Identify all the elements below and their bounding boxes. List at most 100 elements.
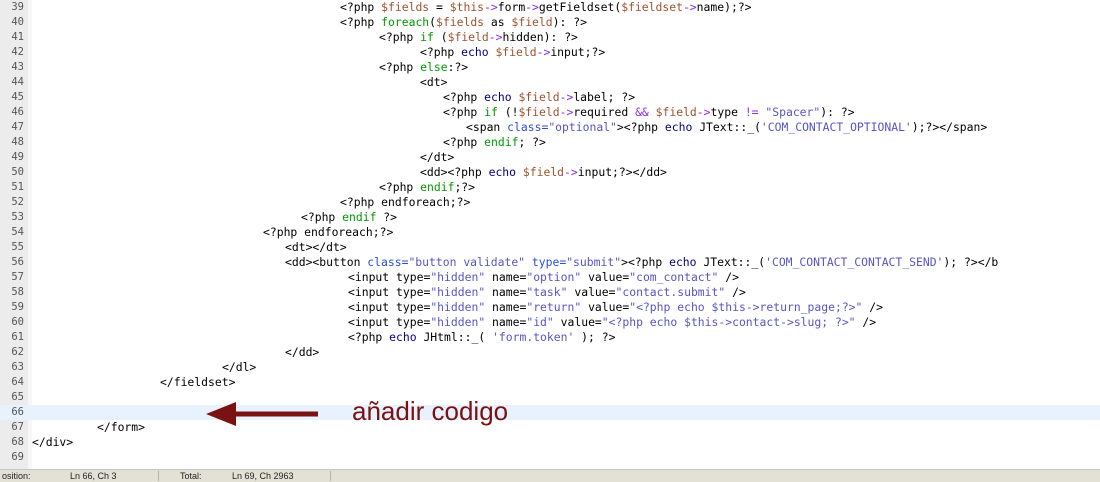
- line-number: 61: [11, 331, 24, 343]
- code-text: <?php endif;?>: [379, 180, 476, 194]
- code-text: <?php else:?>: [379, 60, 469, 74]
- code-line[interactable]: 55 <dt></dt>: [0, 240, 1100, 255]
- code-text: <?php $fields = $this->form->getFieldset…: [340, 0, 752, 14]
- code-text: <?php endforeach;?>: [340, 195, 471, 209]
- code-line[interactable]: 51 <?php endif;?>: [0, 180, 1100, 195]
- line-number: 41: [11, 31, 24, 43]
- code-line[interactable]: 69: [0, 450, 1100, 465]
- code-line[interactable]: 56 <dd><button class="button validate" ty…: [0, 255, 1100, 270]
- line-number: 67: [11, 421, 24, 433]
- status-bar: osition: Ln 66, Ch 3 Total: Ln 69, Ch 29…: [0, 469, 1100, 482]
- line-number: 52: [11, 196, 24, 208]
- code-line[interactable]: 52 <?php endforeach;?>: [0, 195, 1100, 210]
- code-line[interactable]: 39 <?php $fields = $this->form->getFields…: [0, 0, 1100, 15]
- code-text: </dl>: [222, 360, 257, 374]
- code-text: </dd>: [285, 345, 320, 359]
- code-text: </form>: [97, 420, 146, 434]
- code-text: <input type="hidden" name="option" value…: [348, 270, 739, 284]
- line-number: 49: [11, 151, 24, 163]
- line-number: 65: [11, 391, 24, 403]
- line-number: 39: [11, 1, 24, 13]
- code-text: <dd><?php echo $field->input;?></dd>: [420, 165, 667, 179]
- code-text: <?php foreach($fields as $field): ?>: [340, 15, 587, 29]
- line-number: 44: [11, 76, 24, 88]
- code-text: <?php echo $field->input;?>: [420, 45, 606, 59]
- code-text: </dt>: [420, 150, 455, 164]
- position-value: Ln 66, Ch 3: [70, 471, 117, 481]
- line-number: 47: [11, 121, 24, 133]
- line-number: 42: [11, 46, 24, 58]
- line-number: 55: [11, 241, 24, 253]
- line-number: 43: [11, 61, 24, 73]
- code-text: <dt>: [420, 75, 448, 89]
- code-line[interactable]: 43 <?php else:?>: [0, 60, 1100, 75]
- line-number: 64: [11, 376, 24, 388]
- code-line[interactable]: 64 </fieldset>: [0, 375, 1100, 390]
- code-line[interactable]: 60 <input type="hidden" name="id" value="…: [0, 315, 1100, 330]
- code-line[interactable]: 40 <?php foreach($fields as $field): ?>: [0, 15, 1100, 30]
- line-number: 57: [11, 271, 24, 283]
- code-text: <?php if ($field->hidden): ?>: [379, 30, 578, 44]
- line-number: 48: [11, 136, 24, 148]
- code-line[interactable]: 45 <?php echo $field->label; ?>: [0, 90, 1100, 105]
- code-text: <?php echo $field->label; ?>: [443, 90, 636, 104]
- code-line[interactable]: 53 <?php endif ?>: [0, 210, 1100, 225]
- code-line[interactable]: 61 <?php echo JHtml::_( 'form.token' ); ?…: [0, 330, 1100, 345]
- code-text: <span class="optional"><?php echo JText:…: [466, 120, 988, 134]
- code-text: <?php endif; ?>: [443, 135, 546, 149]
- status-separator: [158, 471, 159, 481]
- line-number: 62: [11, 346, 24, 358]
- code-text: <dd><button class="button validate" type…: [285, 255, 999, 269]
- code-line[interactable]: 67 </form>: [0, 420, 1100, 435]
- line-number: 45: [11, 91, 24, 103]
- code-text: </fieldset>: [160, 375, 236, 389]
- position-label: osition:: [2, 471, 31, 481]
- annotation-text: añadir codigo: [352, 396, 509, 426]
- code-text: <dt></dt>: [285, 240, 347, 254]
- total-label: Total:: [180, 471, 202, 481]
- line-number: 58: [11, 286, 24, 298]
- code-line[interactable]: 41 <?php if ($field->hidden): ?>: [0, 30, 1100, 45]
- code-line[interactable]: 68 </div>: [0, 435, 1100, 450]
- line-number: 54: [11, 226, 24, 238]
- code-text: <?php echo JHtml::_( 'form.token' ); ?>: [348, 330, 616, 344]
- line-number: 51: [11, 181, 24, 193]
- code-line[interactable]: 44 <dt>: [0, 75, 1100, 90]
- annotation-arrow-icon: [206, 402, 318, 426]
- code-line[interactable]: 65: [0, 390, 1100, 405]
- code-line[interactable]: 66: [0, 405, 1100, 420]
- total-value: Ln 69, Ch 2963: [232, 471, 294, 481]
- code-line[interactable]: 62 </dd>: [0, 345, 1100, 360]
- code-text: <input type="hidden" name="return" value…: [348, 300, 883, 314]
- status-separator: [330, 471, 331, 481]
- code-line[interactable]: 54 <?php endforeach;?>: [0, 225, 1100, 240]
- code-text: <?php if (!$field->required && $field->t…: [443, 105, 855, 119]
- code-line[interactable]: 59 <input type="hidden" name="return" val…: [0, 300, 1100, 315]
- line-number: 68: [11, 436, 24, 448]
- code-text: <?php endforeach;?>: [263, 225, 394, 239]
- code-line[interactable]: 49 </dt>: [0, 150, 1100, 165]
- line-number: 59: [11, 301, 24, 313]
- code-line[interactable]: 57 <input type="hidden" name="option" val…: [0, 270, 1100, 285]
- code-line[interactable]: 50 <dd><?php echo $field->input;?></dd>: [0, 165, 1100, 180]
- code-text: </div>: [32, 435, 74, 449]
- code-editor[interactable]: 39 <?php $fields = $this->form->getFields…: [0, 0, 1100, 469]
- line-number: 53: [11, 211, 24, 223]
- code-text: <input type="hidden" name="task" value="…: [348, 285, 746, 299]
- code-line[interactable]: 63 </dl>: [0, 360, 1100, 375]
- line-number: 50: [11, 166, 24, 178]
- line-number: 40: [11, 16, 24, 28]
- line-number: 63: [11, 361, 24, 373]
- line-number: 46: [11, 106, 24, 118]
- code-text: <input type="hidden" name="id" value="<?…: [348, 315, 877, 329]
- line-number: 56: [11, 256, 24, 268]
- line-number: 66: [11, 406, 24, 418]
- line-number: 69: [11, 451, 24, 463]
- code-line[interactable]: 46 <?php if (!$field->required && $field-…: [0, 105, 1100, 120]
- code-line[interactable]: 42 <?php echo $field->input;?>: [0, 45, 1100, 60]
- code-line[interactable]: 58 <input type="hidden" name="task" value…: [0, 285, 1100, 300]
- code-line[interactable]: 47 <span class="optional"><?php echo JTex…: [0, 120, 1100, 135]
- code-line[interactable]: 48 <?php endif; ?>: [0, 135, 1100, 150]
- line-number: 60: [11, 316, 24, 328]
- code-text: <?php endif ?>: [301, 210, 398, 224]
